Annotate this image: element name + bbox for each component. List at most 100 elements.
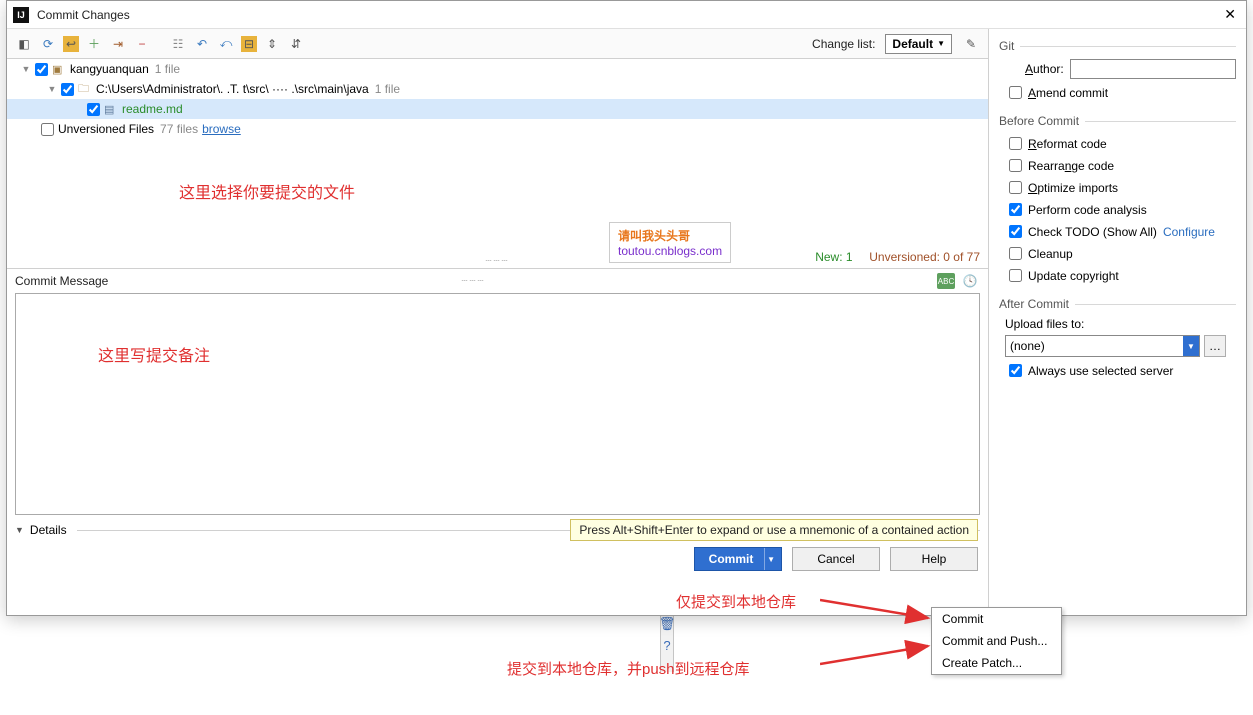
undo-icon[interactable]: ↶	[193, 35, 211, 53]
watermark: 请叫我头头哥 toutou.cnblogs.com	[609, 222, 731, 263]
close-icon[interactable]: ✕	[1220, 6, 1240, 23]
commit-button[interactable]: Commit ▼	[694, 547, 782, 571]
unversioned-checkbox[interactable]	[41, 123, 54, 136]
unversioned-row[interactable]: Unversioned Files 77 files browse	[7, 119, 988, 139]
menu-commit[interactable]: Commit	[932, 608, 1061, 630]
root-checkbox[interactable]	[35, 63, 48, 76]
always-server-row[interactable]: Always use selected server	[1005, 361, 1236, 380]
dialog-button-row: Press Alt+Shift+Enter to expand or use a…	[7, 541, 988, 581]
options-pane: Git Author: Amend commit Before Commit R…	[988, 29, 1246, 615]
annotation-select-files: 这里选择你要提交的文件	[179, 179, 355, 203]
author-label: Author:	[1025, 62, 1064, 76]
arrow-to-commit-push	[820, 640, 940, 670]
analysis-checkbox[interactable]	[1009, 203, 1022, 216]
annotation-commit-local: 仅提交到本地仓库	[676, 591, 796, 612]
chevron-down-icon[interactable]: ▼	[15, 525, 24, 535]
cancel-button[interactable]: Cancel	[792, 547, 880, 571]
details-label: Details	[30, 523, 67, 537]
reformat-checkbox[interactable]	[1009, 137, 1022, 150]
commit-dropdown-menu: Commit Commit and Push... Create Patch..…	[931, 607, 1062, 675]
refresh-icon[interactable]: ⟳	[39, 35, 57, 53]
root-file-count: 1 file	[155, 62, 180, 76]
remove-icon[interactable]: −	[133, 35, 151, 53]
commit-message-header: Commit Message ┄┄┄ ABC 🕓	[7, 269, 988, 293]
app-logo-icon: IJ	[13, 7, 29, 23]
unversioned-label: Unversioned Files	[58, 122, 154, 136]
tree-path-row[interactable]: ▼ 🗀 C:\Users\Administrator\. .T. t\src\ …	[7, 79, 988, 99]
history-icon[interactable]: 🕓	[960, 271, 980, 291]
changelist-label: Change list:	[812, 37, 875, 51]
tree-status-line: New: 1 Unversioned: 0 of 77	[815, 250, 980, 264]
upload-target-select[interactable]: (none) ▼	[1005, 335, 1200, 357]
section-git: Git	[999, 39, 1236, 53]
help-gutter-icon: ?	[663, 638, 670, 653]
add-icon[interactable]: ＋	[85, 35, 103, 53]
always-server-checkbox[interactable]	[1009, 364, 1022, 377]
rearrange-code-row[interactable]: Rearrange code	[1005, 156, 1236, 175]
tree-file-row[interactable]: ▤ readme.md	[7, 99, 988, 119]
sort-icon[interactable]: ⇵	[287, 35, 305, 53]
reformat-code-row[interactable]: Reformat code	[1005, 134, 1236, 153]
commit-toolbar: ◧ ⟳ ↩ ＋ ⇥ − ☷ ↶ ⤺ ⊟ ⇕ ⇵ Change list: Def…	[7, 29, 988, 59]
changelist-action-icon[interactable]: ✎	[962, 35, 980, 53]
code-analysis-row[interactable]: Perform code analysis	[1005, 200, 1236, 219]
expand-arrow-icon[interactable]: ▼	[21, 64, 31, 74]
changelist-select[interactable]: Default ▼	[885, 34, 952, 54]
menu-commit-and-push[interactable]: Commit and Push...	[932, 630, 1061, 652]
upload-ellipsis-button[interactable]: …	[1204, 335, 1226, 357]
changes-tree[interactable]: ▼ ▣ kangyuanquan 1 file ▼ 🗀 C:\Users\Adm…	[7, 59, 988, 269]
menu-create-patch[interactable]: Create Patch...	[932, 652, 1061, 674]
file-checkbox[interactable]	[87, 103, 100, 116]
show-diff-icon[interactable]: ◧	[15, 35, 33, 53]
browse-link[interactable]: browse	[202, 122, 241, 136]
file-icon: ▤	[104, 103, 118, 116]
chevron-down-icon: ▼	[937, 39, 945, 48]
file-name: readme.md	[122, 102, 183, 116]
tree-root-row[interactable]: ▼ ▣ kangyuanquan 1 file	[7, 59, 988, 79]
titlebar: IJ Commit Changes ✕	[7, 1, 1246, 29]
status-new: New: 1	[815, 250, 852, 264]
section-after-commit: After Commit	[999, 297, 1236, 311]
folder-icon: 🗀	[78, 80, 92, 99]
trash-icon: 🗑	[659, 616, 676, 632]
cleanup-row[interactable]: Cleanup	[1005, 244, 1236, 263]
path-checkbox[interactable]	[61, 83, 74, 96]
copyright-checkbox[interactable]	[1009, 269, 1022, 282]
chevron-down-icon[interactable]: ▼	[767, 555, 775, 564]
path-file-count: 1 file	[375, 82, 400, 96]
root-name: kangyuanquan	[70, 62, 149, 76]
update-copyright-row[interactable]: Update copyright	[1005, 266, 1236, 285]
amend-checkbox[interactable]	[1009, 86, 1022, 99]
mnemonic-tooltip: Press Alt+Shift+Enter to expand or use a…	[570, 519, 978, 541]
expand-all-icon[interactable]: ⊟	[241, 36, 257, 52]
resize-grip[interactable]: ┄┄┄	[461, 276, 485, 287]
expand-arrow-icon[interactable]: ▼	[47, 84, 57, 94]
collapse-all-icon[interactable]: ⇕	[263, 35, 281, 53]
author-row: Author:	[1025, 59, 1236, 79]
help-button[interactable]: Help	[890, 547, 978, 571]
path-name: C:\Users\Administrator\. .T. t\src\ ····…	[96, 82, 369, 96]
move-changelist-icon[interactable]: ⇥	[109, 35, 127, 53]
optimize-imports-row[interactable]: Optimize imports	[1005, 178, 1236, 197]
author-input[interactable]	[1070, 59, 1236, 79]
optimize-checkbox[interactable]	[1009, 181, 1022, 194]
chevron-down-icon: ▼	[1183, 336, 1199, 356]
revert-icon[interactable]: ↩	[63, 36, 79, 52]
rollback-icon[interactable]: ⤺	[217, 35, 235, 53]
module-icon: ▣	[52, 63, 66, 76]
resize-grip[interactable]: ┄┄┄	[485, 256, 509, 267]
group-by-icon[interactable]: ☷	[169, 35, 187, 53]
spellcheck-icon[interactable]: ABC	[936, 271, 956, 291]
section-before-commit: Before Commit	[999, 114, 1236, 128]
todo-checkbox[interactable]	[1009, 225, 1022, 238]
configure-todo-link[interactable]: Configure	[1163, 225, 1215, 239]
unversioned-count: 77 files	[160, 122, 198, 136]
commit-changes-dialog: IJ Commit Changes ✕ ◧ ⟳ ↩ ＋ ⇥ − ☷ ↶ ⤺ ⊟ …	[6, 0, 1247, 616]
left-pane: ◧ ⟳ ↩ ＋ ⇥ − ☷ ↶ ⤺ ⊟ ⇕ ⇵ Change list: Def…	[7, 29, 988, 615]
upload-label: Upload files to:	[1005, 317, 1236, 331]
amend-commit-row[interactable]: Amend commit	[1005, 83, 1236, 102]
check-todo-row[interactable]: Check TODO (Show All) Configure	[1005, 222, 1236, 241]
commit-message-input[interactable]: 这里写提交备注	[15, 293, 980, 515]
rearrange-checkbox[interactable]	[1009, 159, 1022, 172]
cleanup-checkbox[interactable]	[1009, 247, 1022, 260]
